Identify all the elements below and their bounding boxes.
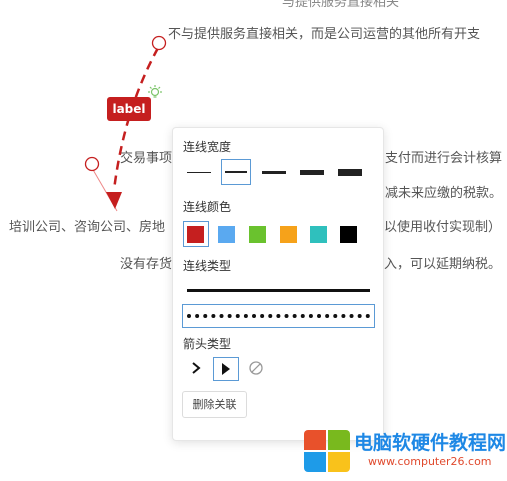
color-swatch-green[interactable] bbox=[249, 226, 266, 243]
chevron-right-icon bbox=[192, 362, 201, 374]
color-swatch-red[interactable] bbox=[187, 226, 204, 243]
arrow-type-open[interactable] bbox=[183, 357, 209, 381]
line-width-option-4[interactable] bbox=[297, 159, 327, 185]
color-swatch-blue[interactable] bbox=[218, 226, 235, 243]
delete-relation-button[interactable]: 删除关联 bbox=[182, 391, 247, 418]
connector-label[interactable]: label bbox=[107, 97, 151, 121]
line-type-solid[interactable] bbox=[187, 289, 370, 292]
line-width-title: 连线宽度 bbox=[183, 140, 232, 154]
watermark-site-name: 电脑软硬件教程网 bbox=[354, 432, 507, 454]
no-symbol-icon bbox=[249, 361, 263, 375]
solid-triangle-icon bbox=[222, 363, 230, 375]
color-swatch-teal[interactable] bbox=[310, 226, 327, 243]
line-type-title: 连线类型 bbox=[183, 259, 232, 273]
line-type-dotted[interactable] bbox=[182, 304, 375, 328]
windows-logo-icon bbox=[304, 430, 350, 472]
line-width-option-2[interactable] bbox=[221, 159, 251, 185]
color-swatch-black[interactable] bbox=[340, 226, 357, 243]
connector-start-handle[interactable] bbox=[151, 35, 167, 51]
connector-control-handle[interactable] bbox=[84, 156, 100, 172]
connector-style-panel: 连线宽度 连线颜色 连线类型 箭头类型 删除关联 bbox=[172, 127, 384, 441]
line-color-title: 连线颜色 bbox=[183, 200, 232, 214]
line-width-option-1[interactable] bbox=[184, 159, 214, 185]
arrow-type-solid[interactable] bbox=[213, 357, 239, 381]
line-width-option-3[interactable] bbox=[259, 159, 289, 185]
connector-arrowhead bbox=[106, 192, 122, 209]
site-watermark: 电脑软硬件教程网 www.computer26.com bbox=[300, 424, 507, 474]
line-width-option-5[interactable] bbox=[335, 159, 365, 185]
arrow-type-none[interactable] bbox=[243, 357, 269, 381]
color-swatch-orange[interactable] bbox=[280, 226, 297, 243]
watermark-site-url: www.computer26.com bbox=[368, 455, 492, 468]
arrow-type-title: 箭头类型 bbox=[183, 337, 232, 351]
lightbulb-icon[interactable] bbox=[147, 84, 163, 100]
